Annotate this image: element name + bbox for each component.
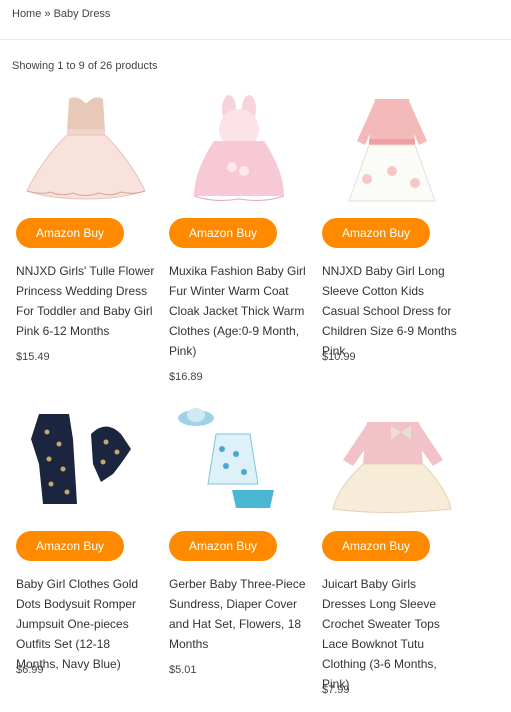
breadcrumb-home-link[interactable]: Home bbox=[12, 8, 41, 20]
amazon-buy-button[interactable]: Amazon Buy bbox=[322, 218, 430, 248]
pink-long-sleeve-dress-image[interactable] bbox=[322, 88, 462, 208]
product-title[interactable]: Gerber Baby Three-Piece Sundress, Diaper… bbox=[169, 574, 309, 654]
breadcrumb-separator: » bbox=[41, 8, 54, 20]
amazon-buy-button[interactable]: Amazon Buy bbox=[322, 531, 430, 561]
product-price: $7.99 bbox=[322, 684, 350, 696]
product-title[interactable]: NNJXD Baby Girl Long Sleeve Cotton Kids … bbox=[322, 261, 462, 361]
pink-sweater-tutu-dress-image[interactable] bbox=[322, 401, 462, 521]
product-price: $6.99 bbox=[16, 664, 44, 676]
product-title[interactable]: NNJXD Girls' Tulle Flower Princess Weddi… bbox=[16, 261, 156, 341]
pink-tulle-dress-image[interactable] bbox=[16, 88, 156, 208]
result-count: Showing 1 to 9 of 26 products bbox=[12, 60, 158, 72]
product-price: $15.49 bbox=[16, 351, 50, 363]
breadcrumb: Home » Baby Dress bbox=[12, 8, 110, 20]
floral-sundress-set-image[interactable] bbox=[169, 401, 309, 521]
header-divider bbox=[0, 39, 511, 40]
product-price: $10.99 bbox=[322, 351, 356, 363]
pink-fur-coat-image[interactable] bbox=[169, 88, 309, 208]
navy-dot-romper-image[interactable] bbox=[16, 401, 156, 521]
amazon-buy-button[interactable]: Amazon Buy bbox=[16, 531, 124, 561]
amazon-buy-button[interactable]: Amazon Buy bbox=[169, 531, 277, 561]
product-title[interactable]: Muxika Fashion Baby Girl Fur Winter Warm… bbox=[169, 261, 309, 361]
product-price: $16.89 bbox=[169, 371, 203, 383]
product-title[interactable]: Juicart Baby Girls Dresses Long Sleeve C… bbox=[322, 574, 462, 694]
product-title[interactable]: Baby Girl Clothes Gold Dots Bodysuit Rom… bbox=[16, 574, 156, 674]
amazon-buy-button[interactable]: Amazon Buy bbox=[16, 218, 124, 248]
amazon-buy-button[interactable]: Amazon Buy bbox=[169, 218, 277, 248]
product-price: $5.01 bbox=[169, 664, 197, 676]
breadcrumb-current: Baby Dress bbox=[53, 8, 111, 20]
